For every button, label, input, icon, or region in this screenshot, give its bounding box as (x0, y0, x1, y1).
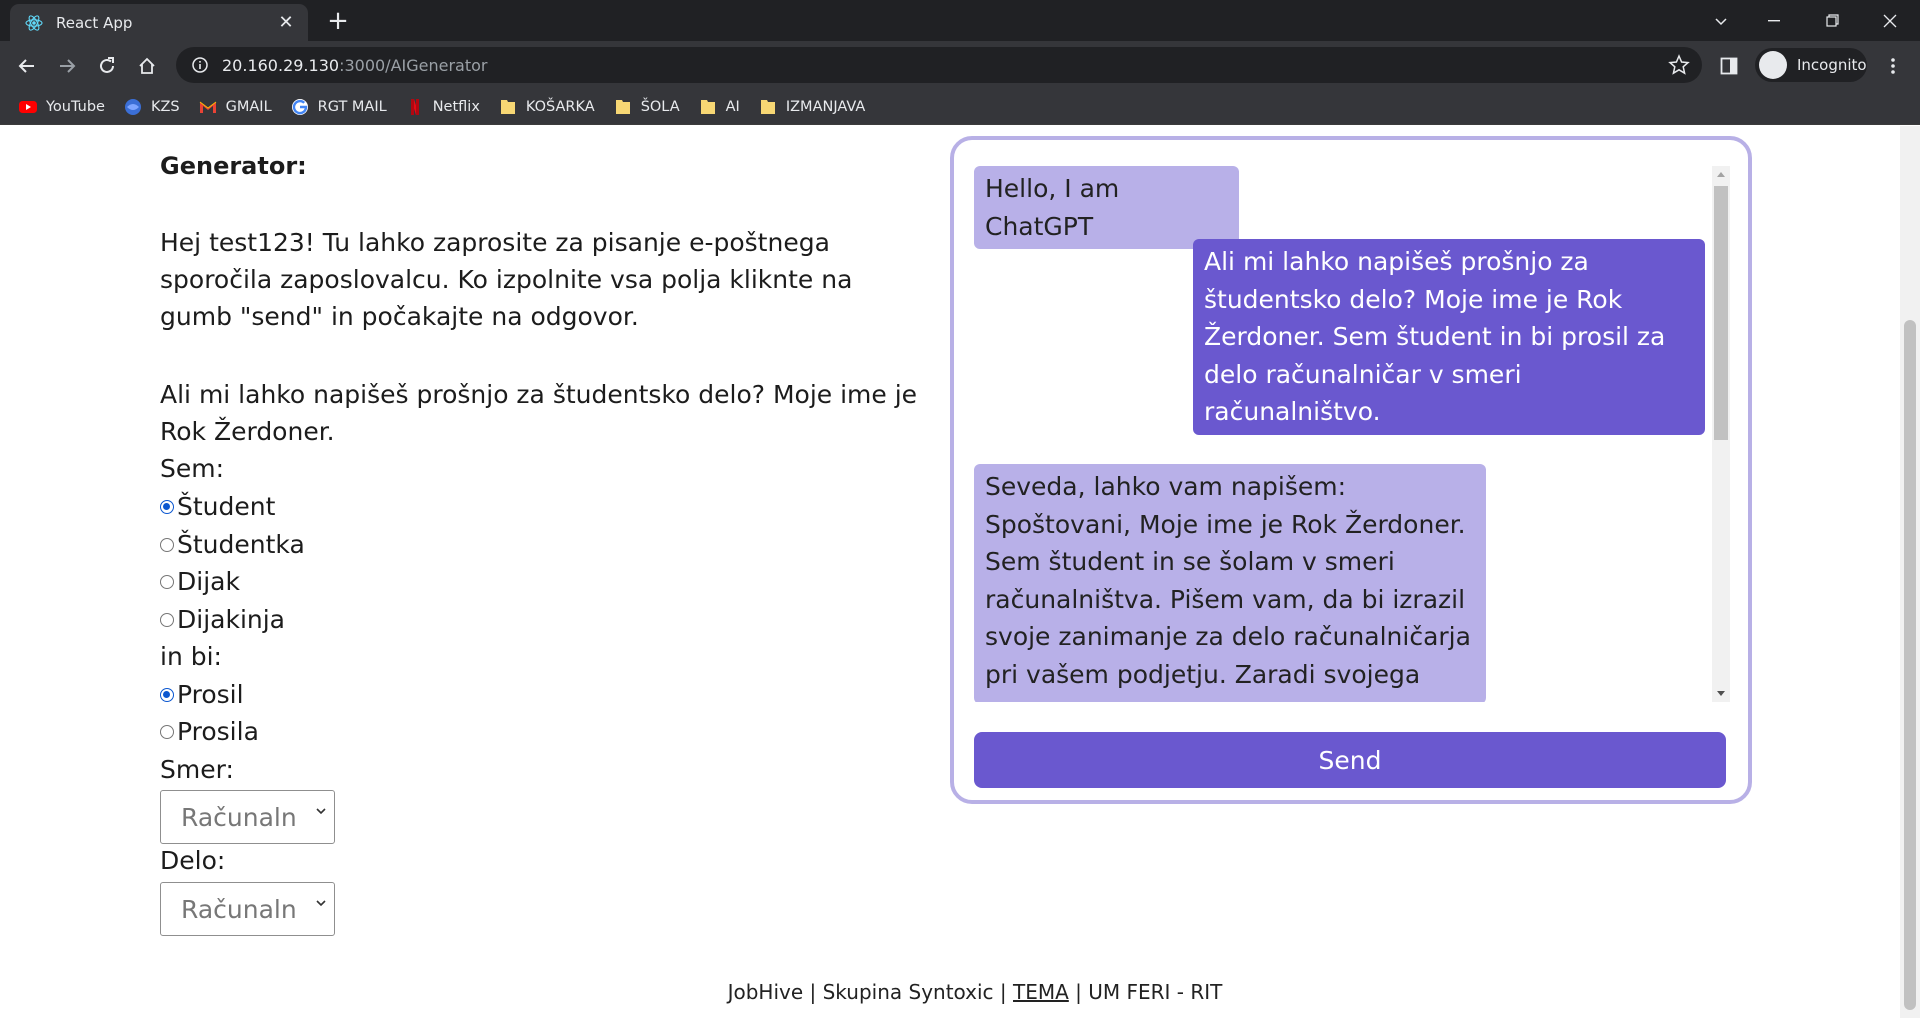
bookmark-folder-kosarka[interactable]: KOŠARKA (498, 98, 595, 116)
radio-prosila[interactable]: Prosila (160, 717, 259, 746)
radio-prosil[interactable]: Prosil (160, 680, 244, 709)
tab-title: React App (56, 13, 133, 32)
browser-tab[interactable]: React App ✕ (10, 4, 308, 41)
react-favicon-icon (25, 14, 43, 31)
scroll-down-arrow-icon[interactable] (1717, 691, 1725, 696)
folder-icon (700, 99, 715, 114)
bookmark-folder-sola[interactable]: ŠOLA (613, 98, 680, 116)
radio-button[interactable] (160, 612, 174, 627)
radio-dijakinja[interactable]: Dijakinja (160, 605, 285, 634)
tema-link[interactable]: TEMA (1013, 980, 1069, 1004)
generator-title: Generator: (160, 152, 307, 180)
prompt-preview-text: Ali mi lahko napišeš prošnjo za študents… (160, 380, 918, 446)
chat-scroll-thumb[interactable] (1714, 186, 1728, 440)
bookmark-kzs[interactable]: KZS (123, 98, 180, 116)
kzs-icon (124, 98, 141, 115)
gmail-icon (199, 101, 216, 113)
new-tab-plus-icon[interactable]: + (322, 6, 354, 38)
chat-panel: Hello, I am ChatGPT Ali mi lahko napišeš… (950, 136, 1752, 804)
incognito-label: Incognito (1797, 56, 1867, 74)
bookmark-gmail[interactable]: GMAIL (198, 98, 272, 116)
home-icon[interactable] (130, 49, 164, 83)
bookmarks-bar: YouTube KZS GMAIL RGT MAIL Netflix KOŠAR… (0, 89, 1920, 125)
url-path: :3000/AIGenerator (339, 55, 488, 75)
chat-scrollbar[interactable] (1712, 166, 1730, 702)
sem-label: Sem: (160, 454, 225, 483)
inbi-label: in bi: (160, 642, 222, 671)
bookmark-youtube[interactable]: YouTube (18, 98, 105, 116)
browser-tab-strip: React App ✕ + (0, 0, 1920, 41)
incognito-icon (1759, 51, 1787, 79)
site-info-icon[interactable] (190, 55, 210, 75)
radio-button[interactable] (160, 537, 174, 552)
incognito-profile-button[interactable]: Incognito (1755, 48, 1867, 82)
folder-icon (500, 99, 515, 114)
bookmark-folder-ai[interactable]: AI (698, 98, 740, 116)
smer-select[interactable]: Računaln (160, 790, 335, 844)
forward-arrow-icon[interactable] (50, 49, 84, 83)
page-scroll-thumb[interactable] (1904, 320, 1916, 1010)
side-panel-icon[interactable] (1712, 49, 1746, 83)
radio-dijak[interactable]: Dijak (160, 567, 240, 596)
restore-icon[interactable] (1803, 0, 1861, 41)
address-bar[interactable]: 20.160.29.130:3000/AIGenerator (176, 47, 1702, 83)
delo-select[interactable]: Računaln (160, 882, 335, 936)
radio-button[interactable] (160, 724, 174, 739)
radio-button[interactable] (160, 574, 174, 589)
netflix-icon (410, 98, 419, 115)
tab-close-icon[interactable]: ✕ (276, 12, 296, 33)
browser-toolbar: 20.160.29.130:3000/AIGenerator Incognito (0, 41, 1920, 89)
chevron-down-icon (315, 805, 327, 821)
chat-message-bot: Hello, I am ChatGPT (974, 166, 1239, 249)
url-host: 20.160.29.130 (222, 55, 340, 75)
chat-message-bot: Seveda, lahko vam napišem: Spoštovani, M… (974, 464, 1486, 702)
browser-menu-icon[interactable] (1876, 49, 1910, 83)
folder-icon (760, 99, 775, 114)
smer-label: Smer: (160, 755, 234, 784)
chevron-down-icon (315, 897, 327, 913)
radio-student[interactable]: Študent (160, 492, 275, 521)
chat-messages[interactable]: Hello, I am ChatGPT Ali mi lahko napišeš… (974, 166, 1730, 702)
radio-button-checked[interactable] (160, 499, 174, 514)
radio-button-checked[interactable] (160, 687, 174, 702)
radio-studentka[interactable]: Študentka (160, 530, 305, 559)
bookmark-star-icon[interactable] (1668, 54, 1690, 76)
bookmark-rgt-mail[interactable]: RGT MAIL (290, 98, 387, 116)
page-content: Generator: Hej test123! Tu lahko zaprosi… (0, 126, 1900, 1018)
google-icon (291, 98, 308, 115)
intro-text: Hej test123! Tu lahko zaprosite za pisan… (160, 228, 853, 331)
chat-message-user: Ali mi lahko napišeš prošnjo za študents… (1193, 239, 1705, 435)
page-scrollbar[interactable] (1900, 126, 1920, 1018)
back-arrow-icon[interactable] (10, 49, 44, 83)
footer: JobHive | Skupina Syntoxic | TEMA | UM F… (727, 980, 1223, 1004)
delo-label: Delo: (160, 846, 226, 875)
minimize-icon[interactable] (1745, 0, 1803, 41)
tab-search-chevron-icon[interactable] (1692, 0, 1750, 41)
reload-icon[interactable] (90, 49, 124, 83)
folder-icon (615, 99, 630, 114)
scroll-up-arrow-icon[interactable] (1717, 172, 1725, 177)
send-button[interactable]: Send (974, 732, 1726, 788)
youtube-icon (19, 100, 37, 113)
close-window-icon[interactable] (1861, 0, 1919, 41)
bookmark-netflix[interactable]: Netflix (405, 98, 480, 116)
bookmark-folder-izmanjava[interactable]: IZMANJAVA (758, 98, 865, 116)
